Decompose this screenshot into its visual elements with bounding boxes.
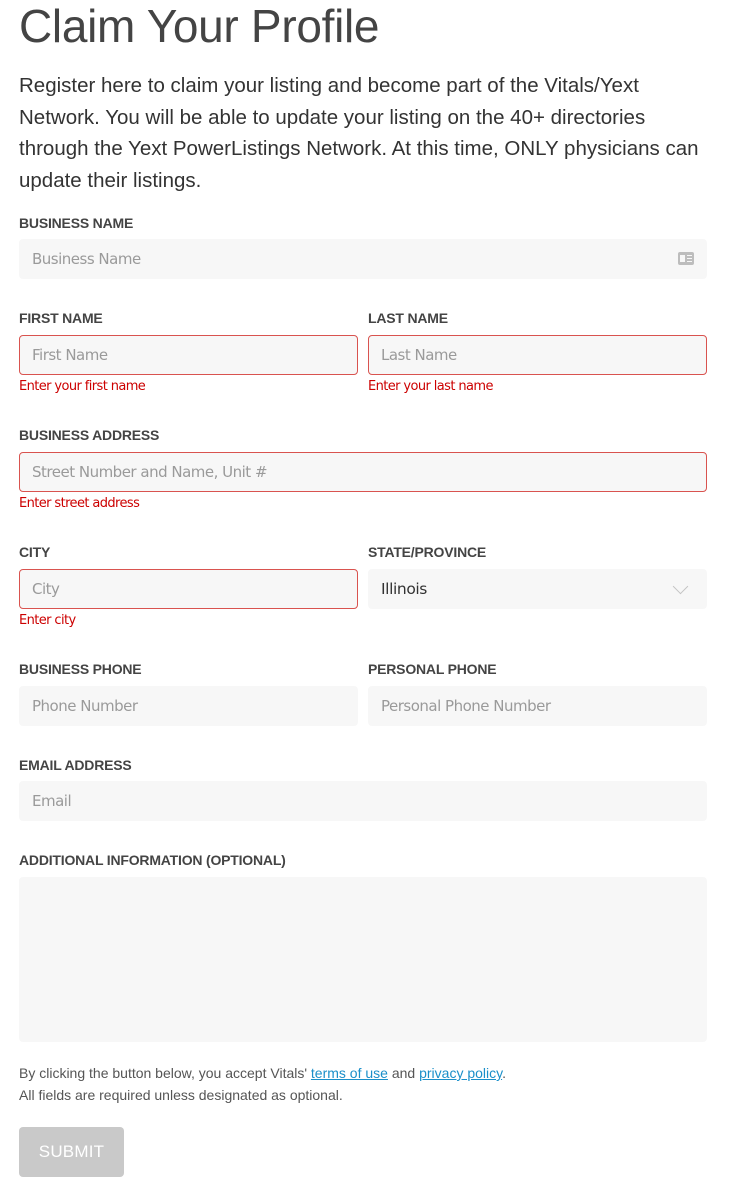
business-address-label: BUSINESS ADDRESS: [19, 427, 160, 443]
business-phone-field: [19, 686, 358, 726]
business-address-field: [19, 452, 707, 492]
contact-card-icon[interactable]: [678, 252, 694, 265]
business-name-label: BUSINESS NAME: [19, 215, 134, 231]
business-address-input[interactable]: [32, 453, 706, 491]
legal-prefix: By clicking the button below, you accept…: [19, 1065, 311, 1081]
business-address-error: Enter street address: [19, 496, 140, 511]
page-title: Claim Your Profile: [19, 0, 380, 52]
last-name-input[interactable]: [381, 336, 706, 374]
last-name-field: [368, 335, 707, 375]
last-name-error: Enter your last name: [368, 379, 493, 394]
personal-phone-input[interactable]: [381, 687, 706, 725]
personal-phone-field: [368, 686, 707, 726]
city-input[interactable]: [32, 570, 357, 608]
intro-text: Register here to claim your listing and …: [19, 74, 699, 192]
city-error: Enter city: [19, 613, 76, 628]
business-name-field: [19, 239, 707, 279]
first-name-field: [19, 335, 358, 375]
privacy-policy-link[interactable]: privacy policy: [419, 1065, 502, 1081]
additional-info-label: ADDITIONAL INFORMATION (OPTIONAL): [19, 852, 286, 868]
submit-button[interactable]: SUBMIT: [19, 1127, 124, 1177]
first-name-error: Enter your first name: [19, 379, 146, 394]
first-name-input[interactable]: [32, 336, 357, 374]
state-label: STATE/PROVINCE: [368, 544, 487, 560]
legal-text: By clicking the button below, you accept…: [19, 1062, 719, 1106]
chevron-down-icon: [672, 578, 689, 595]
last-name-label: LAST NAME: [368, 310, 448, 326]
email-field: [19, 781, 707, 821]
city-field: [19, 569, 358, 609]
state-selected-value: Illinois: [381, 580, 427, 598]
email-label: EMAIL ADDRESS: [19, 757, 132, 773]
business-name-input[interactable]: [32, 240, 706, 278]
city-label: CITY: [19, 544, 51, 560]
business-phone-label: BUSINESS PHONE: [19, 661, 142, 677]
state-select[interactable]: Illinois: [368, 569, 707, 609]
business-phone-input[interactable]: [32, 687, 357, 725]
first-name-label: FIRST NAME: [19, 310, 103, 326]
legal-suffix: .: [502, 1065, 506, 1081]
required-fields-note: All fields are required unless designate…: [19, 1087, 343, 1103]
personal-phone-label: PERSONAL PHONE: [368, 661, 497, 677]
additional-info-textarea[interactable]: [19, 877, 707, 1042]
terms-of-use-link[interactable]: terms of use: [311, 1065, 388, 1081]
email-input[interactable]: [32, 782, 706, 820]
legal-middle: and: [387, 1065, 420, 1081]
